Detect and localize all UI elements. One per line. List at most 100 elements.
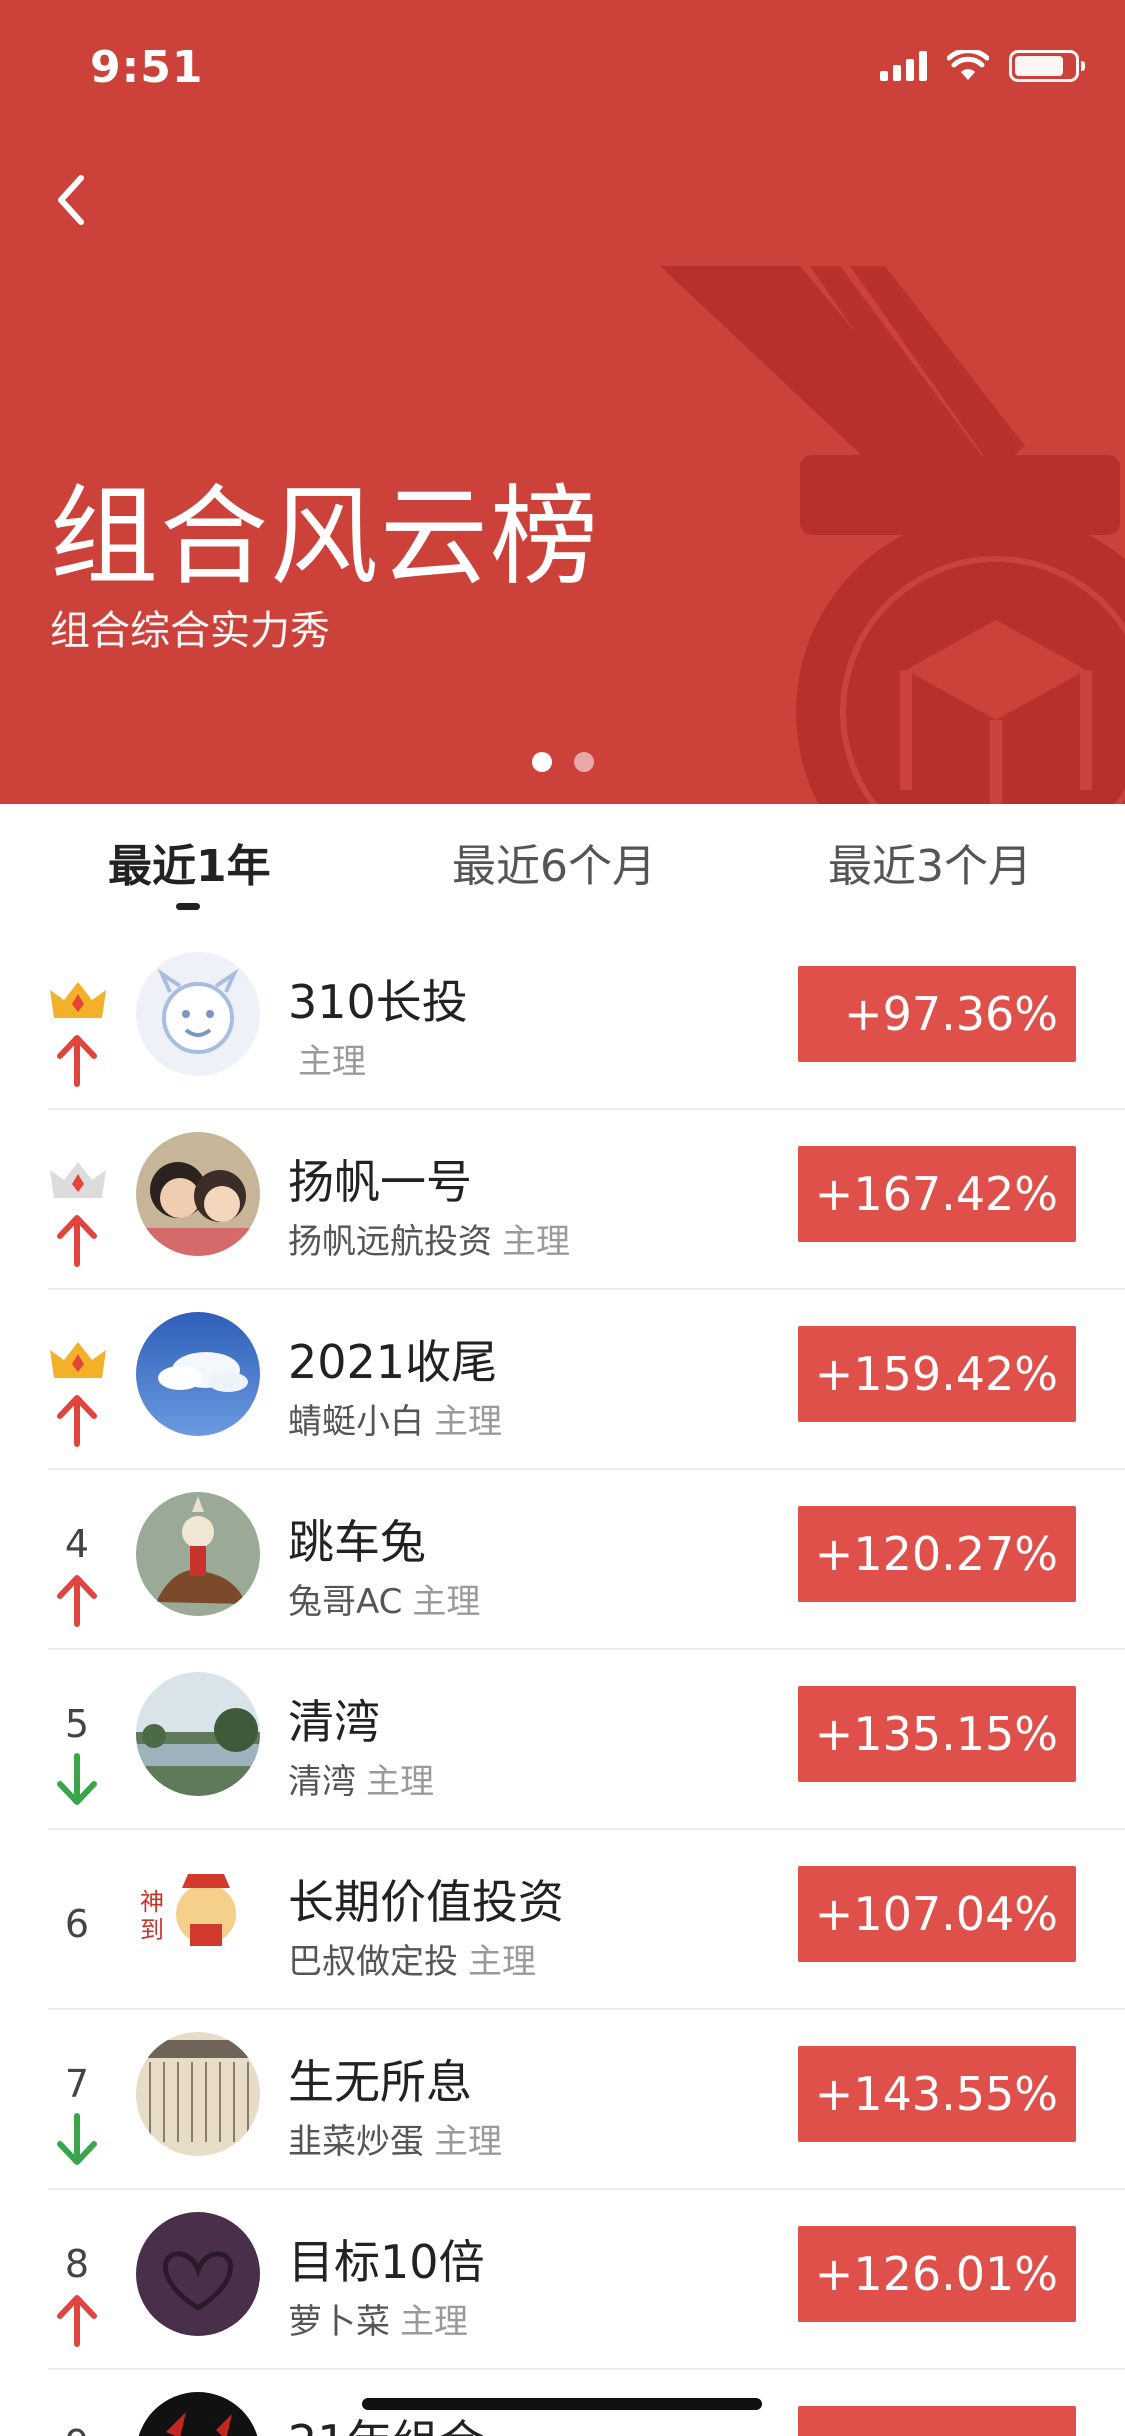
page-title: 组合风云榜	[50, 475, 601, 600]
owner-role: 主理	[502, 1222, 570, 1262]
avatar[interactable]	[136, 1312, 260, 1436]
portfolio-owner: 萝卜菜 主理	[288, 2294, 468, 2343]
portfolio-name: 目标10倍	[288, 2235, 485, 2289]
return-badge: +97.36%	[798, 966, 1076, 1062]
arrow-down-icon	[57, 1753, 97, 1805]
rank-number: 9	[40, 2422, 114, 2436]
owner-role: 主理	[400, 2302, 468, 2342]
rank-number: 5	[64, 1702, 90, 1746]
owner-name: 蜻蜓小白	[288, 1402, 424, 1442]
owner-role: 主理	[434, 1402, 502, 1442]
arrow-down-icon	[57, 2113, 97, 2165]
tab-3-months[interactable]: 最近3个月	[828, 830, 1032, 894]
owner-name: 萝卜菜	[288, 2302, 390, 2342]
status-time: 9:51	[90, 42, 204, 93]
ranking-row[interactable]: 2021收尾 蜻蜓小白 主理 +159.42%	[0, 1290, 1125, 1470]
return-badge: +135.15%	[798, 1686, 1076, 1782]
ranking-row[interactable]: 310长投 主理 +97.36%	[0, 930, 1125, 1110]
gold-crown-icon	[50, 1342, 106, 1378]
back-button[interactable]	[40, 168, 100, 232]
portfolio-name: 310长投	[288, 975, 468, 1029]
portfolio-owner: 清湾 主理	[288, 1754, 434, 1803]
portfolio-owner: 主理	[288, 1034, 366, 1083]
owner-role: 主理	[412, 1582, 481, 1622]
avatar[interactable]	[136, 952, 260, 1076]
rank-number: 7	[64, 2062, 90, 2106]
ranking-row[interactable]: 7 生无所息 韭菜炒蛋 主理 +143.55%	[0, 2010, 1125, 2190]
active-tab-indicator	[176, 903, 200, 910]
silver-crown-icon	[50, 1162, 106, 1198]
svg-text:神: 神	[140, 1888, 164, 1916]
rank-column: 6	[40, 1852, 114, 1982]
avatar[interactable]	[136, 1132, 260, 1256]
rank-column	[40, 1312, 114, 1447]
rank-number: 6	[64, 1902, 90, 1946]
ranking-row[interactable]: 5 清湾 清湾 主理 +135.15%	[0, 1650, 1125, 1830]
owner-role: 主理	[468, 1942, 536, 1982]
tab-6-months[interactable]: 最近6个月	[452, 830, 656, 894]
avatar[interactable]	[136, 2212, 260, 2336]
carousel-dot-2[interactable]	[573, 752, 594, 772]
avatar[interactable]	[136, 2392, 260, 2436]
rank-number: 8	[64, 2242, 90, 2286]
avatar[interactable]	[136, 1672, 260, 1796]
header-banner: 9:51 组合风云榜 组合综合实力秀	[0, 0, 1125, 804]
owner-role: 主理	[434, 2122, 502, 2162]
portfolio-name: 跳车兔	[288, 1515, 426, 1569]
portfolio-owner: 扬帆远航投资 主理	[288, 1214, 570, 1263]
portfolio-owner: 韭菜炒蛋 主理	[288, 2114, 502, 2163]
carousel-dot-1[interactable]	[531, 752, 552, 772]
ranking-row[interactable]: 8 目标10倍 萝卜菜 主理 +126.01%	[0, 2190, 1125, 2370]
carousel-dots	[0, 752, 1125, 772]
portfolio-name: 2021收尾	[288, 1335, 498, 1389]
rank-column	[40, 952, 114, 1087]
chevron-left-icon	[58, 175, 84, 225]
portfolio-name: 扬帆一号	[288, 1155, 472, 1209]
owner-role: 主理	[366, 1762, 434, 1802]
wifi-icon	[947, 50, 989, 80]
gold-crown-icon	[50, 982, 106, 1018]
status-bar: 9:51	[0, 0, 1125, 132]
home-indicator	[362, 2398, 762, 2410]
portfolio-name: 清湾	[288, 1695, 380, 1749]
rank-column: 9	[40, 2392, 114, 2436]
rank-column: 8	[40, 2212, 114, 2347]
portfolio-name: 生无所息	[288, 2055, 472, 2109]
avatar[interactable]	[136, 2032, 260, 2156]
ranking-row[interactable]: 6 神 到 长期价值投资 巴叔做定投 主理 +107.04%	[0, 1830, 1125, 2010]
owner-name: 巴叔做定投	[288, 1942, 458, 1982]
ranking-row[interactable]: 扬帆一号 扬帆远航投资 主理 +167.42%	[0, 1110, 1125, 1290]
portfolio-name: 长期价值投资	[288, 1875, 564, 1929]
svg-text:到: 到	[140, 1916, 164, 1944]
cellular-signal-icon	[880, 51, 927, 81]
owner-name: 清湾	[288, 1762, 356, 1802]
page-subtitle: 组合综合实力秀	[50, 608, 330, 654]
rank-column: 5	[40, 1672, 114, 1805]
ranking-row[interactable]: 4 跳车兔 兔哥AC 主理 +120.27%	[0, 1470, 1125, 1650]
arrow-up-icon	[57, 1215, 97, 1267]
arrow-up-icon	[57, 2295, 97, 2347]
owner-name: 兔哥AC	[288, 1582, 403, 1622]
rank-number: 4	[64, 1522, 90, 1566]
return-badge: +159.42%	[798, 1326, 1076, 1422]
owner-name: 扬帆远航投资	[288, 1222, 492, 1262]
tab-1-year[interactable]: 最近1年	[108, 830, 271, 894]
owner-role: 主理	[298, 1042, 366, 1082]
avatar[interactable]	[136, 1492, 260, 1616]
rank-column	[40, 1132, 114, 1267]
avatar[interactable]: 神 到	[136, 1852, 260, 1976]
return-badge: +120.27%	[798, 1506, 1076, 1602]
portfolio-owner: 巴叔做定投 主理	[288, 1934, 536, 1983]
arrow-up-icon	[57, 1035, 97, 1087]
return-badge: +107.04%	[798, 1866, 1076, 1962]
medal-icon	[660, 266, 1125, 804]
return-badge	[798, 2406, 1076, 2436]
battery-icon	[1009, 50, 1085, 82]
portfolio-owner: 兔哥AC 主理	[288, 1574, 480, 1623]
rank-column: 7	[40, 2032, 114, 2165]
return-badge: +167.42%	[798, 1146, 1076, 1242]
arrow-up-icon	[57, 1575, 97, 1627]
return-badge: +126.01%	[798, 2226, 1076, 2322]
status-icons	[880, 50, 1085, 82]
owner-name: 韭菜炒蛋	[288, 2122, 424, 2162]
